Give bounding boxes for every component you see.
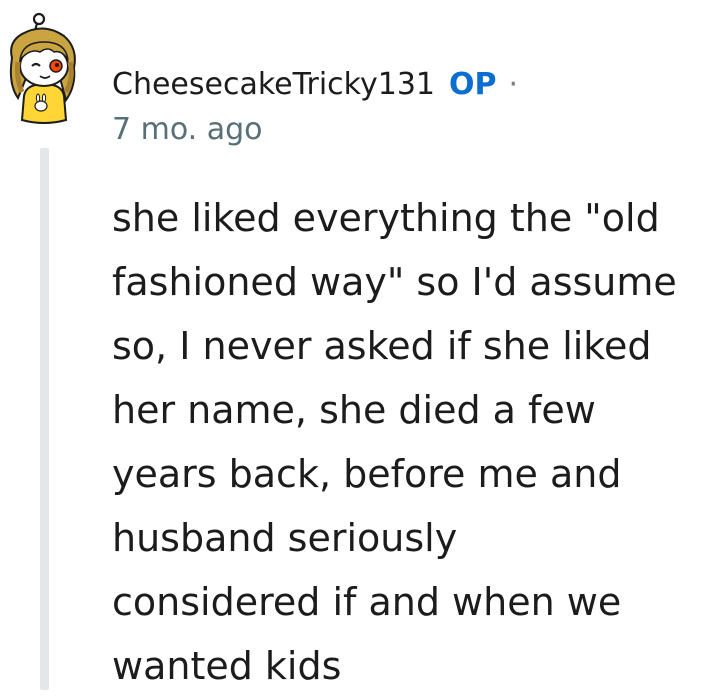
comment-body-line: so, I never asked if she liked: [112, 324, 652, 368]
user-avatar[interactable]: [4, 8, 84, 126]
username-link[interactable]: CheesecakeTricky131: [112, 67, 435, 102]
comment-body-line: husband seriously: [112, 516, 458, 560]
meta-separator: ·: [508, 66, 519, 102]
comment-body-line: wanted kids: [112, 644, 342, 688]
comment-body-line: years back, before me and: [112, 452, 622, 496]
snoo-avatar-icon: [9, 12, 76, 124]
comment-body: she liked everything the "old fashioned …: [112, 186, 702, 698]
comment-body-line: her name, she died a few: [112, 388, 596, 432]
op-badge: OP: [449, 66, 497, 102]
comment-body-line: she liked everything the "old: [112, 196, 660, 240]
comment-timestamp[interactable]: 7 mo. ago: [112, 112, 263, 147]
comment-body-line: considered if and when we: [112, 580, 622, 624]
comment-body-line: fashioned way" so I'd assume: [112, 260, 677, 304]
comment: CheesecakeTricky131 OP · 7 mo. ago she l…: [0, 0, 707, 690]
comment-meta: CheesecakeTricky131 OP ·: [112, 62, 518, 106]
thread-collapse-line[interactable]: [40, 148, 49, 690]
